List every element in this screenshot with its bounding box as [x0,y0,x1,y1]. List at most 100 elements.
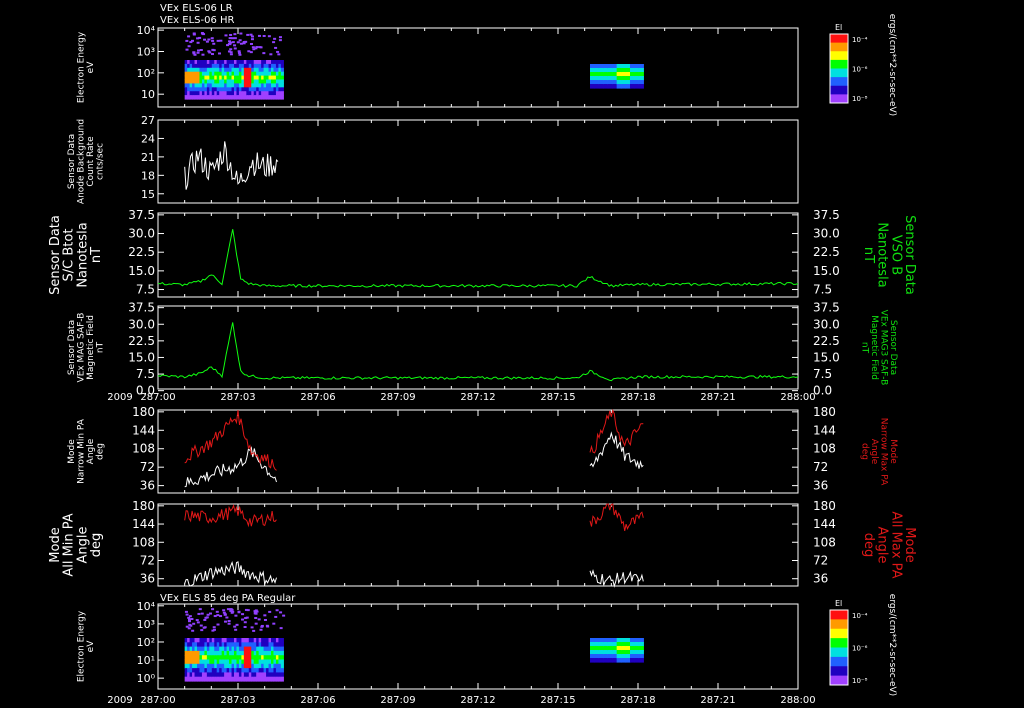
spectrogram-pixel [616,646,622,651]
svg-text:nT: nT [861,247,876,263]
y-tick-label-right: 180 [813,405,836,419]
y-tick-label: 0.0 [136,384,155,398]
y-tick-label-right: 7.5 [813,283,832,297]
series-line-all-max-pa [184,503,644,532]
y-tick-label: 36 [140,479,155,493]
spectrogram-pixel [625,80,631,85]
spectrogram-pixel [621,654,627,659]
spectrogram-pixel [638,646,644,651]
y-tick-label-right: 37.5 [813,208,840,222]
spectrogram-pixel [242,42,246,45]
time-tick-label: 287:12 [460,695,495,706]
y-tick-label: 15.0 [128,350,155,364]
spectrogram-pixel [280,642,284,648]
spectrogram-pixel [250,626,254,629]
spectrogram-pixel [634,76,640,81]
spectrogram-pixel [594,654,600,659]
svg-text:nT: nT [860,342,870,354]
spectrogram-pixel [594,68,600,73]
colorbar-segment [830,675,848,686]
colorbar-segment [830,610,848,620]
y-tick-label: 10³ [137,618,155,631]
spectrogram-pixel [594,84,600,89]
spectrogram-pixel [250,38,254,41]
spectrogram-pixel [185,613,189,616]
spectrogram-pixel [616,658,622,663]
spectrogram-pixel [263,618,267,621]
y-tick-label-right: 144 [813,517,836,531]
spectrogram-pixel [241,618,245,621]
spectrogram-pixel [207,50,211,53]
y-tick-label-right: 72 [813,553,828,567]
spectrogram-pixel [594,80,600,85]
spectrogram-pixel [187,45,191,48]
spectrogram-pixel [279,611,283,614]
spectrogram-pixel [612,64,618,69]
spectrogram-pixel [616,64,622,69]
y-tick-label: 24 [141,132,155,145]
y-tick-label-right: 7.5 [813,367,832,381]
y-tick-label: 10³ [137,45,155,58]
spectrogram-pixel [211,48,215,51]
colorbar-segment [830,34,848,44]
spectrogram-pixel [638,658,644,663]
spectrogram-pixel [634,68,640,73]
spectrogram-pixel [616,638,622,643]
spectrogram-pixel [193,53,197,56]
spectrogram-pixel [616,650,622,655]
spectrogram-pixel [625,72,631,77]
svg-text:ergs/(cm**2-sr-sec-eV): ergs/(cm**2-sr-sec-eV) [887,594,897,696]
spectrogram-pixel [616,76,622,81]
spectrogram-pixel [262,35,266,38]
y-tick-label: 10⁰ [137,672,156,685]
spectrogram-pixel [598,654,604,659]
spectrogram-pixel [590,642,596,647]
spectrogram-pixel [630,650,636,655]
spectrogram-pixel [198,36,202,39]
series-line-sc-bnorm [157,229,799,288]
spectrogram-pixel [280,663,284,669]
spectrogram-pixel [590,658,596,663]
spectrogram-pixel [280,60,284,65]
spectrogram-pixel [233,47,237,50]
spectrogram-pixel [226,608,230,611]
spectrogram-pixel [185,48,189,51]
svg-text:nT: nT [89,247,104,263]
spectrogram-pixel [200,629,204,632]
y-tick-label-right: 30.0 [813,317,840,331]
colorbar-tick: 10⁻⁴ [852,36,868,44]
spectrogram-pixel [590,64,596,69]
spectrogram-pixel [616,72,622,77]
spectrogram-pixel [607,654,613,659]
spectrogram-pixel [607,646,613,651]
y-tick-label-right: 37.5 [813,301,840,315]
spectrogram-pixel [250,35,254,38]
svg-text:cnts/sec: cnts/sec [95,143,105,180]
y-tick-label: 10² [137,67,155,80]
spectrogram-pixel [625,68,631,73]
spectrogram-pixel [280,83,284,88]
spectrogram-pixel [280,672,284,678]
y-tick-label: 108 [132,535,155,549]
spectrogram-pixel [263,614,267,617]
spectrogram-pixel [603,646,609,651]
spectrogram-pixel [607,650,613,655]
spectrogram-pixel [621,646,627,651]
series-line-all-min-pa [184,561,644,588]
colorbar-segment [830,647,848,658]
spectrogram-pixel [634,64,640,69]
spectrogram-pixel [206,613,210,616]
spectrogram-pixel [252,629,256,632]
y-tick-label: 18 [141,169,155,182]
spectrogram-pixel [594,638,600,643]
spectrogram-pixel [612,68,618,73]
spectrogram-pixel [280,87,284,92]
series-line-anode-background [184,141,279,190]
spectrogram-pixel [272,41,276,44]
y-tick-label: 27 [141,114,155,127]
spectrogram-pixel [192,622,196,625]
spectrogram-pixel [590,72,596,77]
colorbar-label: El [835,23,842,32]
spectrogram-pixel [233,37,237,40]
colorbar-segment [830,666,848,677]
